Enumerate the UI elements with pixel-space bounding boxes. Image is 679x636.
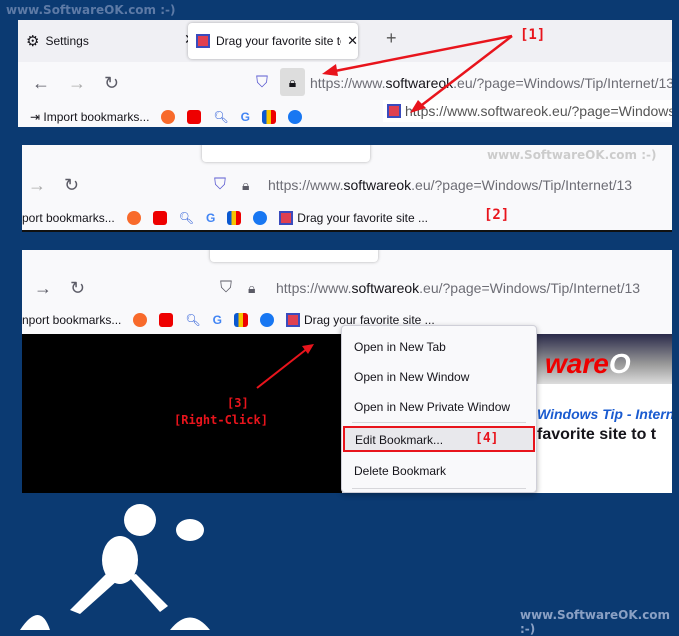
site-tip-link[interactable]: Windows Tip - Intern <box>537 406 672 422</box>
annotation-right-click: [Right-Click] <box>174 413 268 427</box>
menu-open-private-window[interactable]: Open in New Private Window <box>354 400 510 414</box>
lock-icon[interactable]: 🔒︎ <box>248 280 255 297</box>
facebook-icon[interactable] <box>253 211 268 225</box>
site-logo: wareO <box>537 334 672 384</box>
menu-delete-bookmark[interactable]: Delete Bookmark <box>354 464 446 478</box>
import-bookmarks[interactable]: nport bookmarks... <box>22 313 121 327</box>
url-bar[interactable]: https://www.softwareok.eu/?page=Windows/… <box>268 177 632 193</box>
shield-icon[interactable]: ⛉ <box>214 176 226 194</box>
firefox-icon[interactable] <box>126 211 141 225</box>
bookmarks-toolbar: port bookmarks... 🔍︎ G Drag your favorit… <box>22 207 672 229</box>
search-icon[interactable]: 🔍︎ <box>179 211 194 225</box>
mascot-illustration <box>20 504 210 630</box>
annotation-arrows <box>322 34 513 113</box>
shopping-icon[interactable] <box>233 313 248 327</box>
site-content: wareO Windows Tip - Intern favorite site… <box>537 334 672 493</box>
annotation-arrow <box>256 344 314 389</box>
browser-panel-2: www.SoftwareOK.com :-) → ↻ ⛉ 🔒︎ https://… <box>22 145 672 232</box>
reload-icon[interactable]: ↻ <box>64 175 79 196</box>
reload-icon[interactable]: ↻ <box>70 278 85 299</box>
google-icon[interactable]: G <box>213 313 222 327</box>
site-favicon <box>279 211 294 225</box>
url-bar[interactable]: https://www.softwareok.eu/?page=Windows/… <box>276 280 640 296</box>
context-menu: Open in New Tab Open in New Window Open … <box>341 325 537 493</box>
menu-open-new-tab[interactable]: Open in New Tab <box>354 340 446 354</box>
youtube-icon[interactable] <box>159 313 174 327</box>
forward-icon[interactable]: → <box>28 175 46 196</box>
menu-separator <box>352 488 526 489</box>
tab-active[interactable] <box>210 250 378 262</box>
search-icon[interactable]: 🔍︎ <box>185 313 200 327</box>
import-bookmarks[interactable]: port bookmarks... <box>22 211 115 225</box>
annotation-3: [3] <box>227 396 249 410</box>
menu-edit-bookmark[interactable]: Edit Bookmark... [4] <box>343 426 535 452</box>
annotation-4: [4] <box>475 431 499 446</box>
firefox-icon[interactable] <box>133 313 148 327</box>
forward-icon[interactable]: → <box>34 278 52 299</box>
annotation-2: [2] <box>484 207 510 223</box>
facebook-icon[interactable] <box>259 313 274 327</box>
shopping-icon[interactable] <box>227 211 242 225</box>
site-favicon <box>285 313 300 327</box>
new-bookmark[interactable]: Drag your favorite site ... <box>279 211 428 225</box>
watermark: www.SoftwareOK.com :-) <box>520 608 671 636</box>
menu-open-new-window[interactable]: Open in New Window <box>354 370 469 384</box>
watermark: www.SoftwareOK.com :-) <box>487 148 657 162</box>
site-heading: favorite site to t <box>537 426 657 443</box>
shield-icon[interactable]: ⛉ <box>220 279 232 297</box>
google-icon[interactable]: G <box>206 211 215 225</box>
tab-active[interactable] <box>202 145 370 162</box>
youtube-icon[interactable] <box>152 211 167 225</box>
lock-icon[interactable]: 🔒︎ <box>242 177 249 194</box>
menu-separator <box>352 422 526 423</box>
